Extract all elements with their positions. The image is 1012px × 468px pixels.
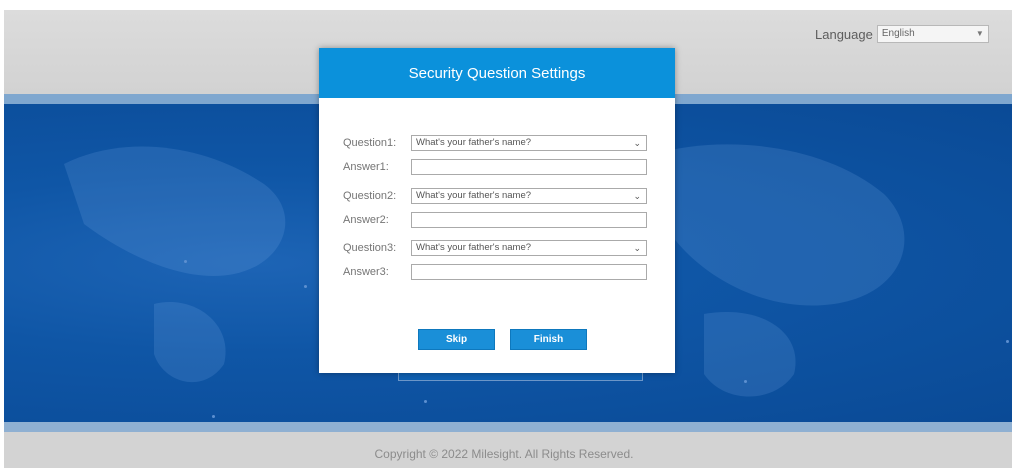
answer1-label: Answer1: <box>343 161 389 173</box>
dialog-title: Security Question Settings <box>319 48 675 98</box>
question3-label: Question3: <box>343 242 397 254</box>
chevron-down-icon: ▼ <box>975 29 984 38</box>
question3-row: Question3: What's your father's name? ⌄ <box>343 240 647 256</box>
bottom-stripe <box>4 422 1012 432</box>
question1-row: Question1: What's your father's name? ⌄ <box>343 135 647 151</box>
decor-dot <box>744 380 747 383</box>
chevron-down-icon: ⌄ <box>633 138 641 148</box>
question3-value: What's your father's name? <box>416 242 532 253</box>
answer3-row: Answer3: <box>343 264 647 280</box>
language-value: English <box>881 28 915 39</box>
skip-button[interactable]: Skip <box>418 329 495 350</box>
question3-select[interactable]: What's your father's name? ⌄ <box>411 240 647 256</box>
language-selector: Language English ▼ <box>815 24 989 44</box>
answer1-row: Answer1: <box>343 159 647 175</box>
answer2-input[interactable] <box>411 212 647 228</box>
question2-select[interactable]: What's your father's name? ⌄ <box>411 188 647 204</box>
chevron-down-icon: ⌄ <box>633 191 641 201</box>
copyright-text: Copyright © 2022 Milesight. All Rights R… <box>374 447 634 461</box>
language-select[interactable]: English ▼ <box>876 25 989 43</box>
answer2-row: Answer2: <box>343 212 647 228</box>
question2-value: What's your father's name? <box>416 190 532 201</box>
decor-dot <box>304 285 307 288</box>
question2-label: Question2: <box>343 190 397 202</box>
security-question-dialog: Security Question Settings Question1: Wh… <box>319 48 675 373</box>
question1-label: Question1: <box>343 137 397 149</box>
decor-dot <box>1006 340 1009 343</box>
answer2-label: Answer2: <box>343 214 389 226</box>
language-label: Language <box>815 26 873 42</box>
finish-button[interactable]: Finish <box>510 329 587 350</box>
answer3-input[interactable] <box>411 264 647 280</box>
decor-dot <box>424 400 427 403</box>
chevron-down-icon: ⌄ <box>633 243 641 253</box>
decor-dot <box>184 260 187 263</box>
decor-dot <box>212 415 215 418</box>
question2-row: Question2: What's your father's name? ⌄ <box>343 188 647 204</box>
question1-select[interactable]: What's your father's name? ⌄ <box>411 135 647 151</box>
answer3-label: Answer3: <box>343 266 389 278</box>
answer1-input[interactable] <box>411 159 647 175</box>
question1-value: What's your father's name? <box>416 137 532 148</box>
